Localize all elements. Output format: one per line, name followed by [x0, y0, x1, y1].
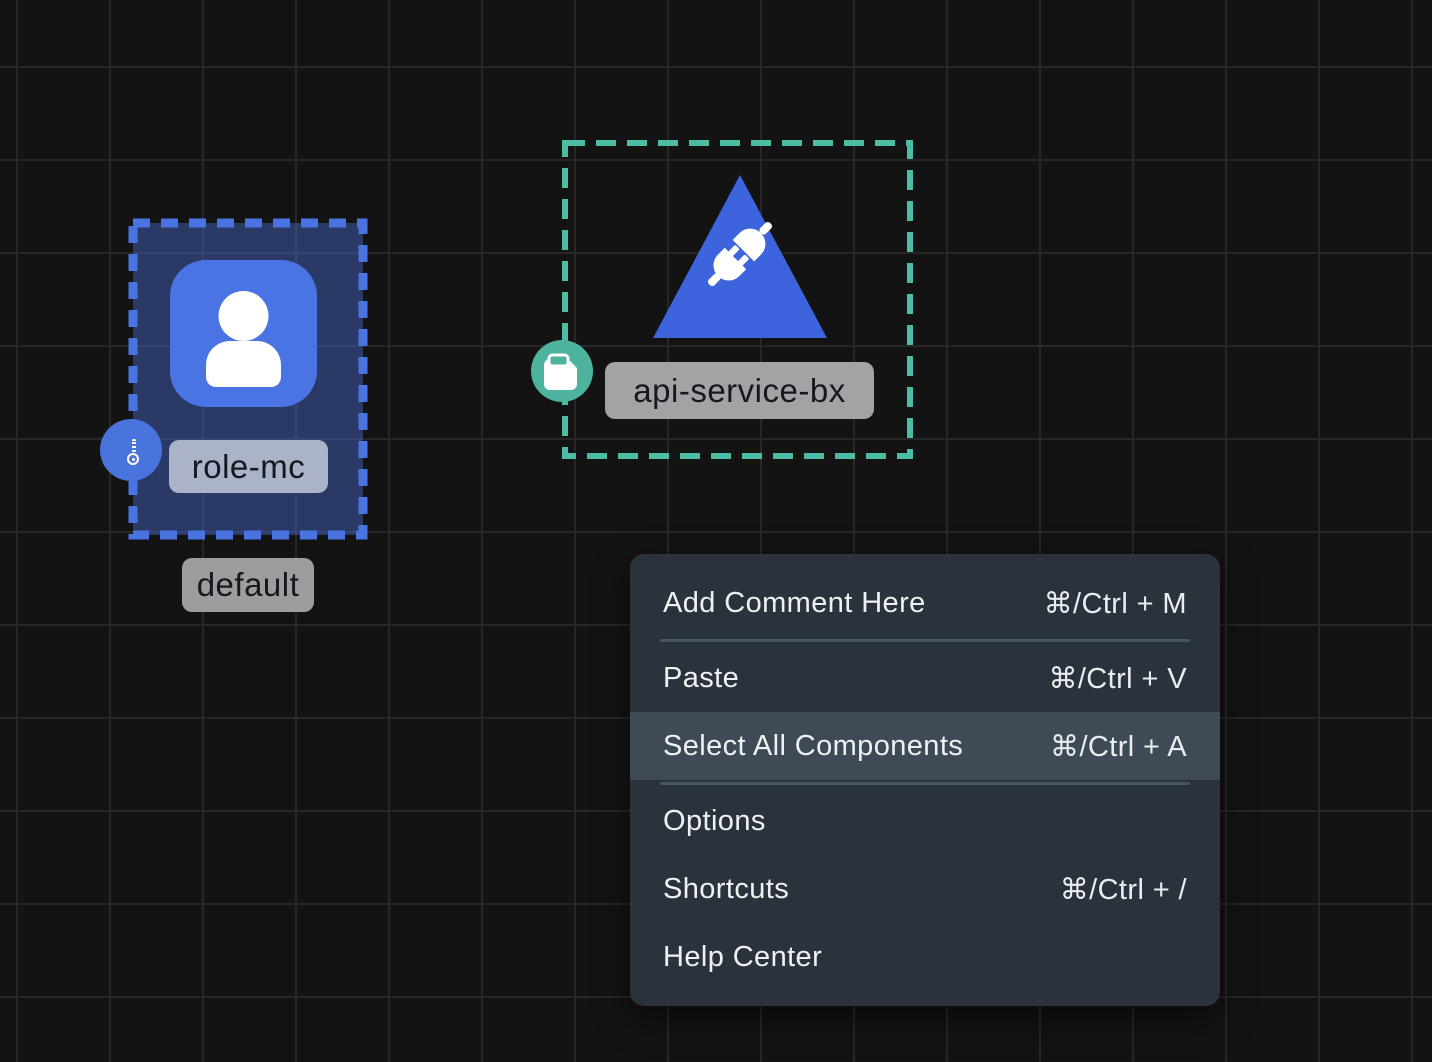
menu-item-shortcuts[interactable]: Shortcuts ⌘/Ctrl + /: [630, 855, 1220, 923]
menu-divider: [660, 782, 1190, 785]
menu-item-label: Options: [663, 805, 766, 838]
api-node[interactable]: [650, 172, 830, 342]
menu-item-help-center[interactable]: Help Center: [630, 923, 1220, 991]
user-icon: [170, 260, 317, 407]
role-node-group-label: default: [182, 558, 314, 612]
role-node[interactable]: [170, 260, 317, 407]
context-menu: Add Comment Here ⌘/Ctrl + M Paste ⌘/Ctrl…: [630, 554, 1220, 1006]
menu-divider: [660, 639, 1190, 642]
menu-item-shortcut: ⌘/Ctrl + A: [1050, 729, 1187, 764]
menu-item-add-comment[interactable]: Add Comment Here ⌘/Ctrl + M: [630, 569, 1220, 637]
save-icon: [542, 351, 582, 391]
api-node-name-label[interactable]: api-service-bx: [605, 362, 874, 419]
menu-item-label: Paste: [663, 662, 739, 695]
menu-item-options[interactable]: Options: [630, 787, 1220, 855]
menu-item-label: Select All Components: [663, 730, 963, 763]
menu-item-paste[interactable]: Paste ⌘/Ctrl + V: [630, 644, 1220, 712]
menu-item-shortcut: ⌘/Ctrl + V: [1048, 661, 1187, 696]
diagram-canvas[interactable]: role-mc default api-service-bx Add Comme…: [0, 0, 1432, 1062]
menu-item-label: Add Comment Here: [663, 587, 926, 620]
menu-item-select-all-components[interactable]: Select All Components ⌘/Ctrl + A: [630, 712, 1220, 780]
menu-item-shortcut: ⌘/Ctrl + M: [1044, 586, 1187, 621]
role-node-name-label[interactable]: role-mc: [169, 440, 328, 493]
marquee-selection-icon: [126, 441, 136, 459]
menu-item-label: Shortcuts: [663, 873, 789, 906]
menu-item-shortcut: ⌘/Ctrl + /: [1060, 872, 1187, 907]
role-node-badge[interactable]: [100, 419, 162, 481]
api-node-badge[interactable]: [531, 340, 593, 402]
menu-item-label: Help Center: [663, 941, 822, 974]
